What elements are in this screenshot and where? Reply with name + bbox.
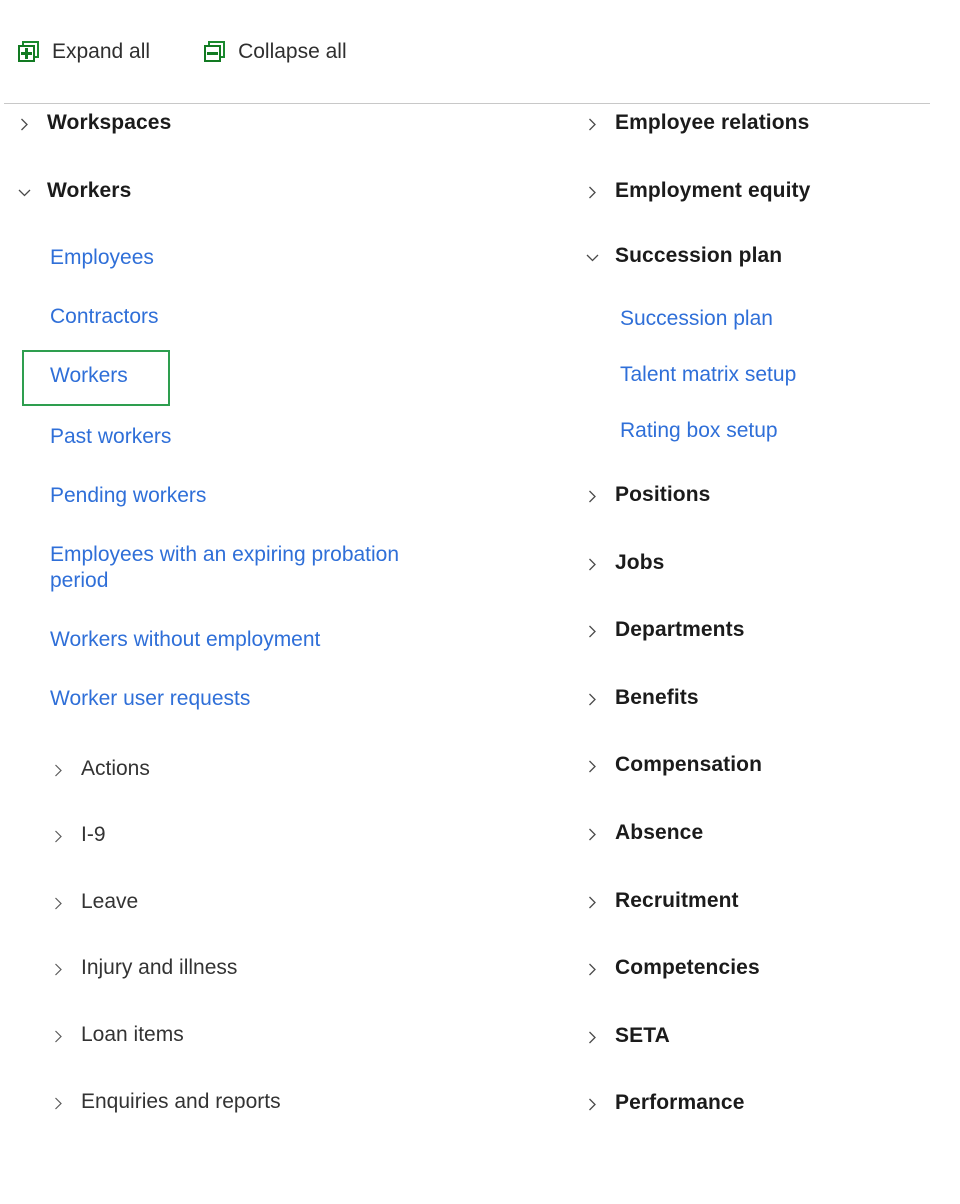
sitemap-subgroup-label: I-9: [81, 823, 106, 847]
sitemap-group-label: Employment equity: [615, 178, 811, 202]
sitemap-link-label[interactable]: Employees: [50, 245, 154, 271]
sitemap-subgroup-label: Injury and illness: [81, 956, 238, 980]
chevron-right-icon: [584, 1096, 601, 1113]
sitemap-column-right: Employee relations Employment equity Suc…: [560, 110, 960, 1158]
collapse-all-icon: [204, 41, 226, 62]
sitemap-group-label: Jobs: [615, 550, 665, 574]
sitemap-subgroup-loan-items[interactable]: Loan items: [0, 1022, 500, 1048]
sitemap-group-benefits[interactable]: Benefits: [560, 685, 960, 711]
sitemap-toolbar: Expand all Collapse all: [0, 0, 960, 103]
sitemap-group-employment-equity[interactable]: Employment equity: [560, 178, 960, 204]
sitemap-subgroup-label: Leave: [81, 889, 139, 913]
sitemap-group-label: Competencies: [615, 956, 760, 980]
sitemap-group-performance[interactable]: Performance: [560, 1090, 960, 1116]
sitemap-subgroup-label: Loan items: [81, 1022, 184, 1046]
chevron-right-icon: [584, 826, 601, 843]
sitemap-group-recruitment[interactable]: Recruitment: [560, 888, 960, 914]
chevron-right-icon: [50, 1028, 67, 1045]
sitemap-group-label: Absence: [615, 820, 704, 844]
sitemap-subgroup-injury-and-illness[interactable]: Injury and illness: [0, 955, 500, 981]
chevron-right-icon: [584, 691, 601, 708]
chevron-right-icon: [16, 116, 33, 133]
chevron-right-icon: [584, 623, 601, 640]
sitemap-link-label[interactable]: Employees with an expiring probation per…: [50, 542, 460, 594]
sitemap-group-label: Workers: [47, 178, 132, 202]
chevron-right-icon: [584, 758, 601, 775]
sitemap-group-positions[interactable]: Positions: [560, 482, 960, 508]
chevron-right-icon: [584, 116, 601, 133]
sitemap-link-workers-selected[interactable]: Workers: [0, 363, 470, 389]
sitemap-link-past-workers[interactable]: Past workers: [0, 424, 470, 450]
sitemap-group-label: Employee relations: [615, 111, 810, 134]
sitemap-group-label: Recruitment: [615, 888, 739, 912]
sitemap-link-employees-expiring-probation[interactable]: Employees with an expiring probation per…: [0, 542, 460, 594]
sitemap-group-label: Positions: [615, 482, 711, 506]
expand-all-label: Expand all: [52, 40, 151, 63]
sitemap-group-label: Performance: [615, 1091, 745, 1115]
sitemap-group-employee-relations[interactable]: Employee relations: [560, 110, 960, 136]
sitemap-link-label[interactable]: Workers without employment: [50, 627, 320, 653]
chevron-right-icon: [584, 961, 601, 978]
sitemap-group-compensation[interactable]: Compensation: [560, 752, 960, 778]
chevron-right-icon: [50, 1095, 67, 1112]
collapse-all-label: Collapse all: [238, 40, 347, 63]
sitemap-link-label[interactable]: Pending workers: [50, 483, 206, 509]
chevron-down-icon: [584, 249, 601, 266]
sitemap-group-label: Benefits: [615, 685, 699, 709]
sitemap-link-label[interactable]: Contractors: [50, 304, 159, 330]
sitemap-group-label: Workspaces: [47, 111, 172, 134]
sitemap-link-workers-without-employment[interactable]: Workers without employment: [0, 627, 470, 653]
sitemap-group-jobs[interactable]: Jobs: [560, 550, 960, 576]
sitemap-subgroup-leave[interactable]: Leave: [0, 889, 500, 915]
sitemap-link-label[interactable]: Workers: [50, 363, 128, 389]
sitemap-group-departments[interactable]: Departments: [560, 617, 960, 643]
collapse-all-button[interactable]: Collapse all: [198, 37, 353, 66]
sitemap-group-workspaces[interactable]: Workspaces: [0, 110, 500, 136]
sitemap-group-absence[interactable]: Absence: [560, 820, 960, 846]
sitemap-link-worker-user-requests[interactable]: Worker user requests: [0, 686, 470, 712]
sitemap-group-competencies[interactable]: Competencies: [560, 955, 960, 981]
sitemap-link-label[interactable]: Succession plan: [620, 306, 773, 332]
sitemap-link-label[interactable]: Past workers: [50, 424, 171, 450]
sitemap-link-label[interactable]: Talent matrix setup: [620, 362, 796, 388]
sitemap-link-contractors[interactable]: Contractors: [0, 304, 470, 330]
sitemap-group-seta[interactable]: SETA: [560, 1023, 960, 1049]
sitemap-subgroup-label: Actions: [81, 756, 150, 780]
sitemap-link-label[interactable]: Worker user requests: [50, 686, 250, 712]
expand-all-button[interactable]: Expand all: [12, 37, 156, 66]
chevron-right-icon: [50, 762, 67, 779]
sitemap-group-label: Departments: [615, 618, 745, 642]
sitemap-subgroup-i9[interactable]: I-9: [0, 822, 500, 848]
chevron-right-icon: [50, 828, 67, 845]
chevron-down-icon: [16, 184, 33, 201]
chevron-right-icon: [584, 488, 601, 505]
sitemap-subgroup-label: Enquiries and reports: [81, 1089, 281, 1113]
toolbar-divider: [4, 103, 930, 104]
sitemap-group-label: Succession plan: [615, 244, 783, 268]
navigation-sitemap-page: Expand all Collapse all Workspaces Worke…: [0, 0, 960, 1204]
sitemap-link-employees[interactable]: Employees: [0, 245, 470, 271]
chevron-right-icon: [50, 961, 67, 978]
chevron-right-icon: [584, 894, 601, 911]
sitemap-column-left: Workspaces Workers Employees Contractors…: [0, 110, 500, 1155]
sitemap-group-succession-plan[interactable]: Succession plan: [560, 243, 960, 269]
sitemap-link-talent-matrix-setup[interactable]: Talent matrix setup: [560, 362, 960, 388]
sitemap-group-label: SETA: [615, 1023, 670, 1047]
sitemap-link-pending-workers[interactable]: Pending workers: [0, 483, 470, 509]
sitemap-group-workers[interactable]: Workers: [0, 178, 500, 204]
sitemap-subgroup-enquiries-and-reports[interactable]: Enquiries and reports: [0, 1089, 500, 1115]
sitemap-link-label[interactable]: Rating box setup: [620, 418, 778, 444]
sitemap-subgroup-actions[interactable]: Actions: [0, 756, 500, 782]
sitemap-group-label: Compensation: [615, 753, 763, 777]
sitemap-link-succession-plan[interactable]: Succession plan: [560, 306, 960, 332]
sitemap-link-rating-box-setup[interactable]: Rating box setup: [560, 418, 960, 444]
chevron-right-icon: [584, 184, 601, 201]
expand-all-icon: [18, 41, 39, 62]
chevron-right-icon: [584, 556, 601, 573]
chevron-right-icon: [584, 1029, 601, 1046]
chevron-right-icon: [50, 895, 67, 912]
